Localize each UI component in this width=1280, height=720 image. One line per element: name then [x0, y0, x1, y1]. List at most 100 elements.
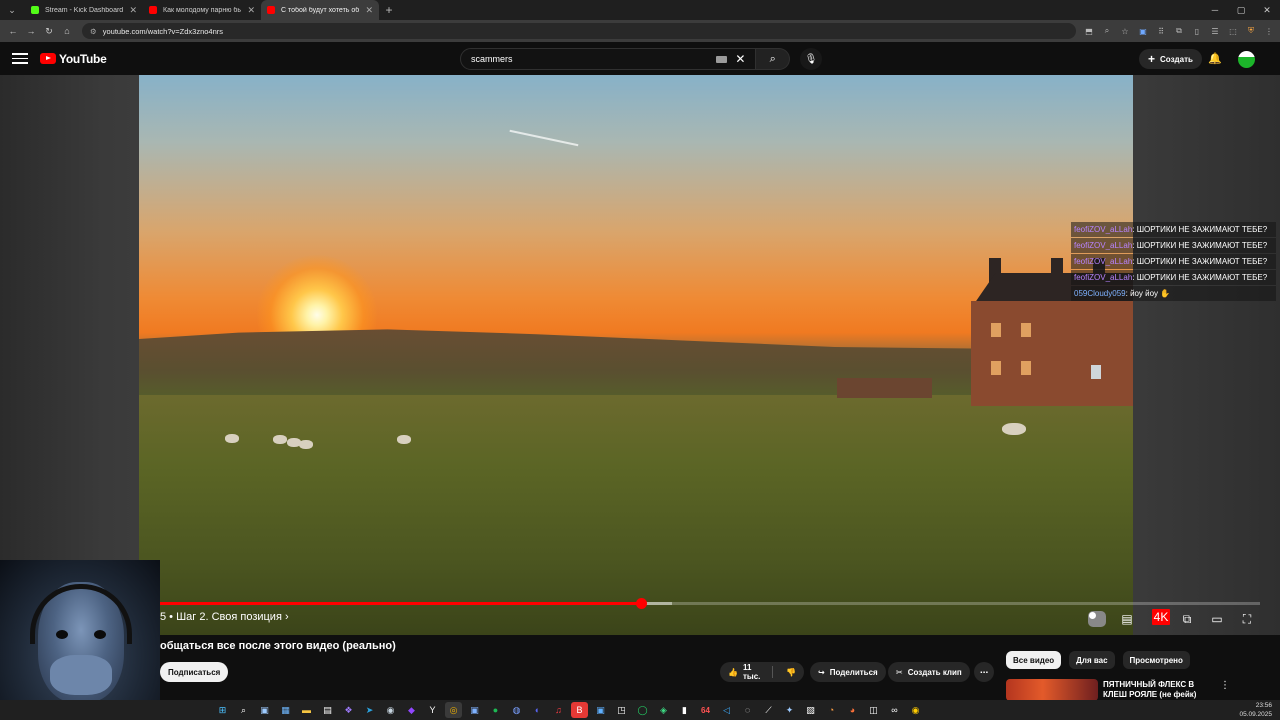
home-icon[interactable]: ⌂ [58, 22, 76, 40]
address-bar[interactable]: ⚙ youtube.com/watch?v=Zdx3zno4nrs [82, 23, 1076, 39]
app-icon[interactable]: ▤ [319, 702, 336, 718]
search-button[interactable]: ⌕ [756, 48, 790, 70]
reload-icon[interactable]: ↻ [40, 22, 58, 40]
fullscreen-icon[interactable]: ⛶ [1238, 611, 1256, 627]
chrome-icon[interactable]: ◎ [445, 702, 462, 718]
site-info-icon[interactable]: ⚙ [90, 27, 97, 36]
chapter-button[interactable]: 5 • Шаг 2. Своя позиция › [160, 611, 289, 623]
telegram-icon[interactable]: ➤ [361, 702, 378, 718]
extensions-icon[interactable]: ⧉ [1172, 24, 1186, 38]
app-icon[interactable]: ⟋ [760, 702, 777, 718]
apps-grid-icon[interactable]: ⠿ [1154, 24, 1168, 38]
subtitles-icon[interactable]: ▤ [1118, 611, 1136, 627]
minimize-icon[interactable]: ─ [1202, 0, 1228, 20]
search-input[interactable] [471, 54, 709, 64]
theater-mode-icon[interactable]: ▭ [1208, 611, 1226, 627]
chip-all-videos[interactable]: Все видео [1006, 651, 1062, 669]
menu-icon[interactable] [12, 51, 28, 67]
whatsapp-icon[interactable]: ◯ [634, 702, 651, 718]
app-icon[interactable]: ◔ [823, 702, 840, 718]
chat-text: ШОРТИКИ НЕ ЗАЖИМАЮТ ТЕБЕ? [1136, 273, 1268, 282]
browser-menu-icon[interactable]: ⋮ [1262, 24, 1276, 38]
translate-extension-icon[interactable]: ▣ [1136, 24, 1150, 38]
install-app-icon[interactable]: ⬒ [1082, 24, 1096, 38]
app-icon[interactable]: ◌ [739, 702, 756, 718]
app-icon[interactable]: ◈ [655, 702, 672, 718]
app-icon[interactable]: ▧ [802, 702, 819, 718]
app-icon[interactable]: ◳ [613, 702, 630, 718]
like-button[interactable]: 👍 11 тыс. [720, 663, 774, 681]
chat-message: 059Cloudy059: йоу йоу ✋ [1071, 286, 1276, 301]
bookmark-star-icon[interactable]: ☆ [1118, 24, 1132, 38]
task-view-icon[interactable]: ▣ [256, 702, 273, 718]
voice-search-button[interactable]: 🎙 [800, 48, 822, 70]
youtube-header: YouTube ✕ ⌕ 🎙 + Создать 🔔 [0, 42, 1280, 75]
miniplayer-icon[interactable]: ⧉ [1178, 611, 1196, 627]
badge-app-icon[interactable]: 64 [697, 702, 714, 718]
video-player[interactable] [139, 75, 1133, 635]
twitch-icon[interactable]: ◆ [403, 702, 420, 718]
system-tray-clock[interactable]: 23:56 05.09.2025 [1239, 701, 1272, 719]
tab-close-icon[interactable]: ✕ [365, 5, 373, 16]
browser-tab-3-active[interactable]: С тобой будут хотеть общатьс ✕ [261, 0, 379, 20]
music-icon[interactable]: ♫ [550, 702, 567, 718]
app-icon[interactable]: ✦ [781, 702, 798, 718]
app-icon[interactable]: ▣ [592, 702, 609, 718]
widgets-icon[interactable]: ▦ [277, 702, 294, 718]
progress-scrubber-handle[interactable] [635, 598, 647, 609]
shield-icon[interactable]: ⛨ [1244, 24, 1258, 38]
more-actions-button[interactable]: ⋯ [974, 662, 994, 682]
subscribe-button[interactable]: Подписаться [160, 662, 229, 682]
app-icon[interactable]: ◫ [865, 702, 882, 718]
app-icon[interactable]: ❖ [340, 702, 357, 718]
discord-icon[interactable]: ◐ [529, 702, 546, 718]
back-icon[interactable]: ← [4, 22, 22, 40]
zoom-icon[interactable]: ⌕ [1100, 24, 1114, 38]
youtube-logo[interactable]: YouTube [40, 52, 107, 66]
spotify-icon[interactable]: ● [487, 702, 504, 718]
tab-list-icon[interactable]: ☰ [1208, 24, 1222, 38]
chip-watched[interactable]: Просмотрено [1122, 651, 1190, 669]
firefox-icon[interactable]: ◕ [844, 702, 861, 718]
recommended-video-thumbnail[interactable] [1006, 679, 1098, 701]
dislike-button[interactable]: 👎 [778, 668, 804, 677]
vscode-icon[interactable]: ◁ [718, 702, 735, 718]
new-tab-button[interactable]: + [379, 0, 399, 20]
tab-search-button[interactable]: ⌄ [3, 1, 21, 19]
chat-message: feofiZOV_aLLah: ШОРТИКИ НЕ ЗАЖИМАЮТ ТЕБЕ… [1071, 254, 1276, 269]
autoplay-toggle[interactable] [1088, 611, 1106, 627]
close-window-icon[interactable]: ✕ [1254, 0, 1280, 20]
tab-close-icon[interactable]: ✕ [129, 5, 137, 16]
notifications-bell-icon[interactable]: 🔔 [1208, 52, 1222, 66]
browser-tab-1[interactable]: Stream - Kick Dashboard ✕ [25, 0, 143, 20]
search-box[interactable]: ✕ [460, 48, 757, 70]
sidebar-icon[interactable]: ▯ [1190, 24, 1204, 38]
settings-gear-icon[interactable]: ⚙4K [1148, 609, 1170, 627]
app-icon[interactable]: B [571, 702, 588, 718]
clear-search-icon[interactable]: ✕ [735, 52, 745, 66]
recommended-video-menu-icon[interactable]: ⋮ [1220, 680, 1230, 691]
forward-icon[interactable]: → [22, 22, 40, 40]
browser-tab-2[interactable]: Как молодому парню быстро ✕ [143, 0, 261, 20]
tab-close-icon[interactable]: ✕ [247, 5, 255, 16]
account-avatar[interactable] [1238, 51, 1255, 68]
steam-icon[interactable]: ◉ [382, 702, 399, 718]
create-button[interactable]: + Создать [1139, 49, 1202, 69]
share-button[interactable]: ↪ Поделиться [810, 662, 886, 682]
search-icon[interactable]: ⌕ [235, 702, 252, 718]
windows-start-icon[interactable]: ⊞ [214, 702, 231, 718]
app-icon[interactable]: ▣ [466, 702, 483, 718]
create-clip-button[interactable]: ✂ Создать клип [888, 662, 970, 682]
yandex-icon[interactable]: Y [424, 702, 441, 718]
sheep [225, 434, 239, 443]
chip-for-you[interactable]: Для вас [1069, 651, 1115, 669]
progress-bar[interactable] [160, 598, 1260, 609]
app-icon[interactable]: ◉ [907, 702, 924, 718]
app-icon[interactable]: ▮ [676, 702, 693, 718]
file-explorer-icon[interactable]: ▬ [298, 702, 315, 718]
app-icon[interactable]: ◍ [508, 702, 525, 718]
keyboard-icon[interactable] [716, 55, 728, 63]
screenshot-icon[interactable]: ⬚ [1226, 24, 1240, 38]
app-icon[interactable]: ∞ [886, 702, 903, 718]
maximize-icon[interactable]: ▢ [1228, 0, 1254, 20]
